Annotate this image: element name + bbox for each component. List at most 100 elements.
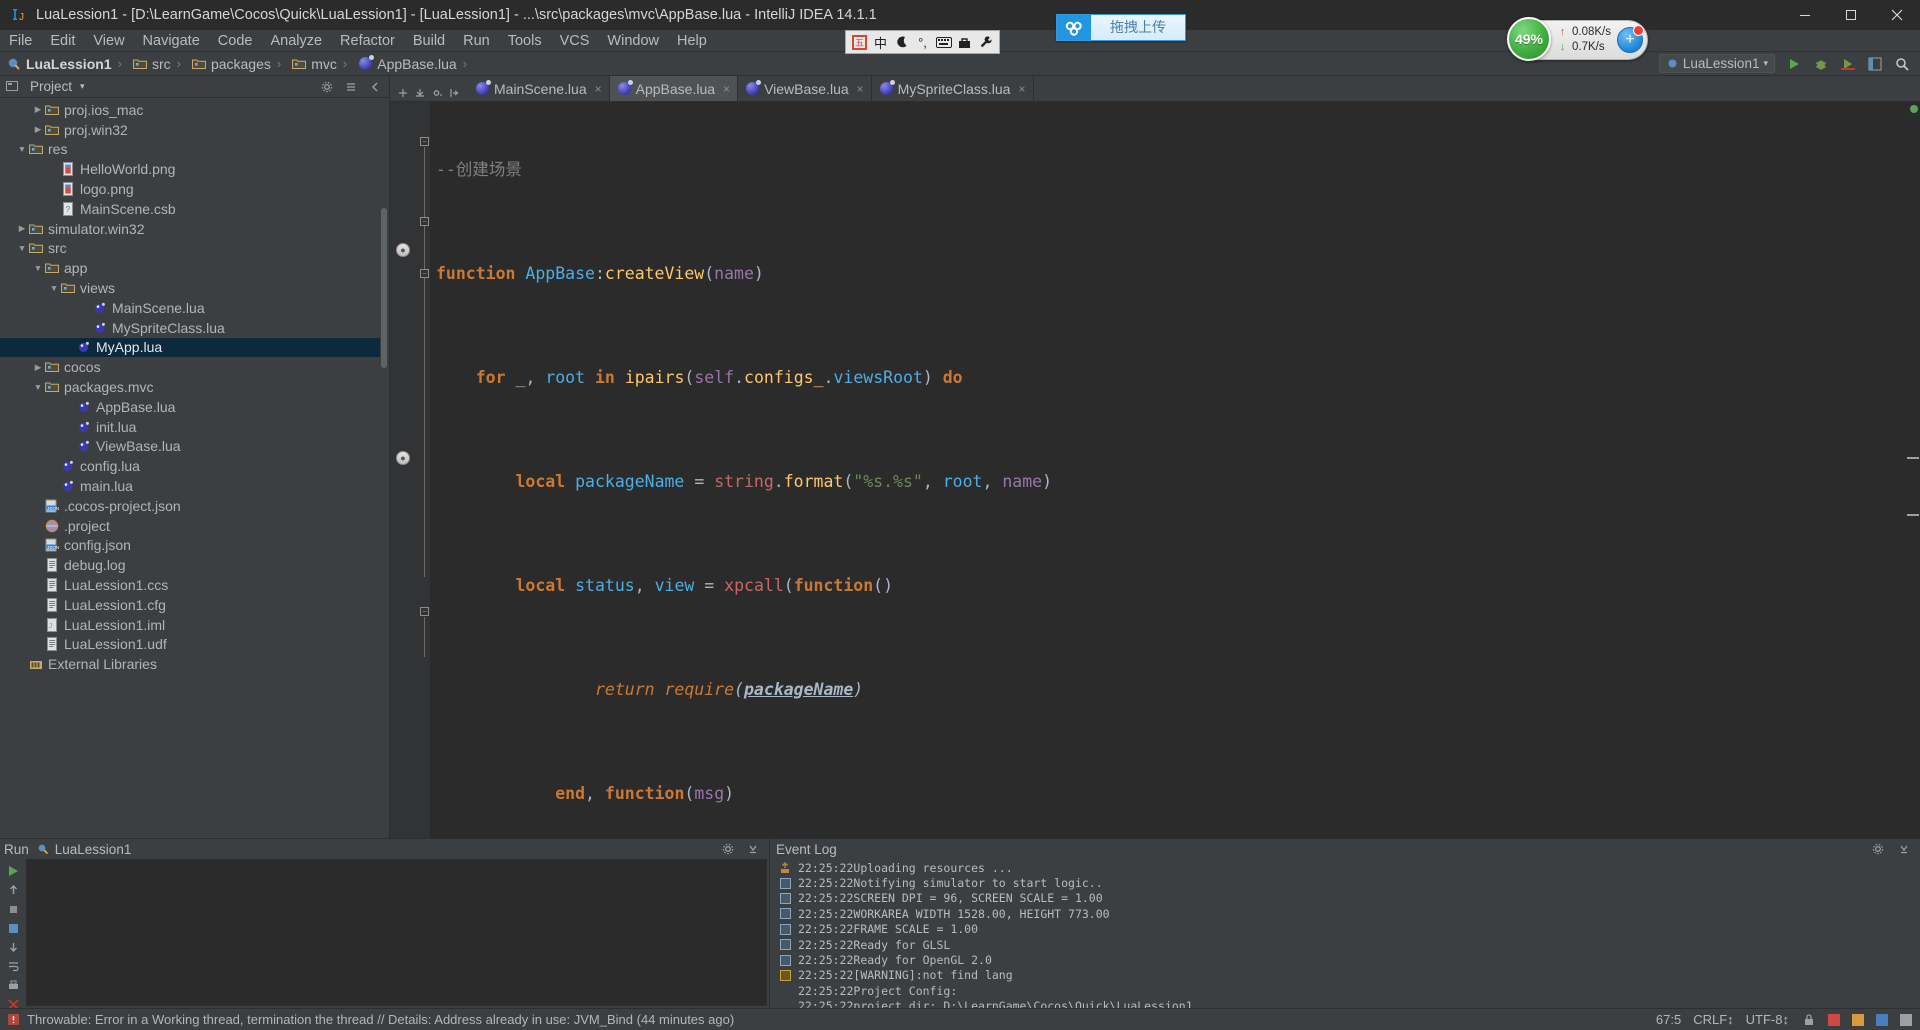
- search-everywhere-icon[interactable]: [1893, 55, 1910, 72]
- tree-item[interactable]: AppBase.lua: [0, 397, 389, 417]
- tab-collapse-icon[interactable]: [394, 84, 411, 101]
- tree-item[interactable]: init.lua: [0, 417, 389, 437]
- tree-item[interactable]: ViewBase.lua: [0, 437, 389, 457]
- tree-item[interactable]: HelloWorld.png: [0, 159, 389, 179]
- menu-edit[interactable]: Edit: [41, 30, 84, 52]
- rerun-button[interactable]: [4, 864, 22, 878]
- soft-wrap-button[interactable]: [4, 960, 22, 973]
- run-coverage-button[interactable]: [1839, 55, 1856, 72]
- menu-run[interactable]: Run: [454, 30, 499, 52]
- ime-punctuation-icon[interactable]: °,: [913, 33, 932, 52]
- tree-item[interactable]: config.lua: [0, 456, 389, 476]
- ime-toolbar[interactable]: 五 中 °,: [845, 30, 1000, 54]
- tree-item[interactable]: ▼ res: [0, 140, 389, 160]
- tree-collapse-arrow-icon[interactable]: ▼: [48, 283, 60, 293]
- breadcrumb-packages[interactable]: packages: [185, 52, 273, 76]
- scroll-down-button[interactable]: [4, 941, 22, 954]
- tree-collapse-arrow-icon[interactable]: ▼: [16, 243, 28, 253]
- sidebar-scrollbar-thumb[interactable]: [381, 208, 387, 368]
- ime-toolbox-icon[interactable]: [955, 33, 974, 52]
- project-tree[interactable]: ▶ proj.ios_mac ▶ proj.win32 ▼ res HelloWorld.p…: [0, 98, 389, 838]
- tree-collapse-arrow-icon[interactable]: ▼: [32, 263, 44, 273]
- debug-button[interactable]: [1812, 55, 1829, 72]
- tree-item[interactable]: ▼ src: [0, 239, 389, 259]
- chevron-down-icon[interactable]: ▾: [80, 81, 85, 92]
- print-button[interactable]: [4, 979, 22, 992]
- code-content[interactable]: --创建场景 function AppBase:createView(name)…: [430, 102, 1906, 838]
- tree-item[interactable]: MainScene.lua: [0, 298, 389, 318]
- tree-item[interactable]: J LuaLession1.iml: [0, 615, 389, 635]
- maximize-button[interactable]: [1828, 0, 1874, 30]
- line-separator[interactable]: CRLF↕: [1693, 1012, 1733, 1027]
- breadcrumb-file[interactable]: AppBase.lua: [351, 52, 458, 76]
- menu-vcs[interactable]: VCS: [551, 30, 599, 52]
- tab-close-icon[interactable]: ×: [1018, 82, 1025, 96]
- tree-expand-arrow-icon[interactable]: ▶: [32, 124, 44, 135]
- event-log-row[interactable]: 22:25:22 Ready for GLSL: [770, 937, 1920, 952]
- event-log-row[interactable]: 22:25:22 WORKAREA WIDTH 1528.00, HEIGHT …: [770, 906, 1920, 921]
- tree-item-selected[interactable]: MyApp.lua: [0, 337, 380, 358]
- menu-view[interactable]: View: [84, 30, 133, 52]
- tree-item[interactable]: JSON .cocos-project.json: [0, 496, 389, 516]
- tab-expand-icon[interactable]: [411, 84, 428, 101]
- tab-settings-gear-icon[interactable]: [428, 84, 445, 101]
- event-log-row[interactable]: 22:25:22 Ready for OpenGL 2.0: [770, 952, 1920, 967]
- tree-item[interactable]: External Libraries: [0, 654, 389, 674]
- tab-myspriteclass-lua[interactable]: MySpriteClass.lua ×: [871, 76, 1034, 101]
- ime-logo-icon[interactable]: 五: [850, 33, 869, 52]
- event-log-row[interactable]: 22:25:22 Uploading resources ...: [770, 860, 1920, 875]
- network-speed-widget[interactable]: 49% ↑ 0.08K/s ↓ 0.7K/s +: [1507, 17, 1648, 61]
- tree-item[interactable]: LuaLession1.ccs: [0, 575, 389, 595]
- fold-toggle-icon[interactable]: −: [420, 607, 429, 616]
- editor-gutter[interactable]: ● ●: [390, 102, 418, 838]
- stop-button[interactable]: [4, 903, 22, 916]
- menu-analyze[interactable]: Analyze: [261, 30, 331, 52]
- tab-appbase-lua[interactable]: AppBase.lua ×: [609, 76, 739, 101]
- collapse-all-icon[interactable]: [342, 78, 359, 95]
- tree-item[interactable]: LuaLession1.udf: [0, 635, 389, 655]
- tab-close-icon[interactable]: ×: [723, 82, 730, 96]
- breadcrumb-project[interactable]: LuaLession1: [0, 52, 114, 76]
- editor-marker-bar[interactable]: [1906, 102, 1920, 838]
- menu-refactor[interactable]: Refactor: [331, 30, 404, 52]
- minimize-button[interactable]: [1782, 0, 1828, 30]
- run-console-output[interactable]: [26, 859, 767, 1006]
- status-indicator-gray[interactable]: [1900, 1013, 1912, 1026]
- event-log-row[interactable]: 22:25:22 SCREEN DPI = 96, SCREEN SCALE =…: [770, 891, 1920, 906]
- tree-item[interactable]: ? MainScene.csb: [0, 199, 389, 219]
- tab-close-icon[interactable]: ×: [595, 82, 602, 96]
- lock-icon[interactable]: [1801, 1012, 1816, 1027]
- hide-panel-icon[interactable]: [366, 78, 383, 95]
- tree-item[interactable]: ▶ proj.ios_mac: [0, 100, 389, 120]
- breadcrumb-src[interactable]: src: [126, 52, 173, 76]
- menu-window[interactable]: Window: [598, 30, 668, 52]
- add-widget-button[interactable]: +: [1617, 25, 1644, 53]
- run-button[interactable]: [1785, 55, 1802, 72]
- settings-gear-icon[interactable]: [1869, 841, 1886, 858]
- event-log-row[interactable]: 22:25:22 [WARNING]:not find lang: [770, 968, 1920, 983]
- tab-close-icon[interactable]: ×: [857, 82, 864, 96]
- menu-file[interactable]: File: [0, 30, 41, 52]
- file-encoding[interactable]: UTF-8↕: [1746, 1012, 1789, 1027]
- fold-toggle-icon[interactable]: −: [420, 217, 429, 226]
- settings-gear-icon[interactable]: [719, 841, 736, 858]
- tree-expand-arrow-icon[interactable]: ▶: [32, 362, 44, 373]
- tree-expand-arrow-icon[interactable]: ▶: [32, 104, 44, 115]
- tree-item[interactable]: ▶ simulator.win32: [0, 219, 389, 239]
- menu-tools[interactable]: Tools: [499, 30, 551, 52]
- error-icon[interactable]: [6, 1012, 21, 1027]
- tree-item[interactable]: ▼ packages.mvc: [0, 377, 389, 397]
- status-indicator-blue[interactable]: [1876, 1013, 1888, 1026]
- breakpoint-marker-icon[interactable]: ●: [396, 451, 410, 465]
- status-message[interactable]: Throwable: Error in a Working thread, te…: [27, 1012, 734, 1027]
- event-log-list[interactable]: 22:25:22 Uploading resources ... 22:25:22…: [770, 859, 1920, 1008]
- tree-item[interactable]: ▼ app: [0, 258, 389, 278]
- project-structure-button[interactable]: [1866, 55, 1883, 72]
- breakpoint-marker-icon[interactable]: ●: [396, 243, 410, 257]
- tree-item[interactable]: .project: [0, 516, 389, 536]
- tree-item[interactable]: debug.log: [0, 555, 389, 575]
- status-indicator-red[interactable]: [1828, 1013, 1840, 1026]
- tree-item[interactable]: MySpriteClass.lua: [0, 318, 389, 338]
- menu-build[interactable]: Build: [404, 30, 454, 52]
- hide-panel-icon[interactable]: [744, 841, 761, 858]
